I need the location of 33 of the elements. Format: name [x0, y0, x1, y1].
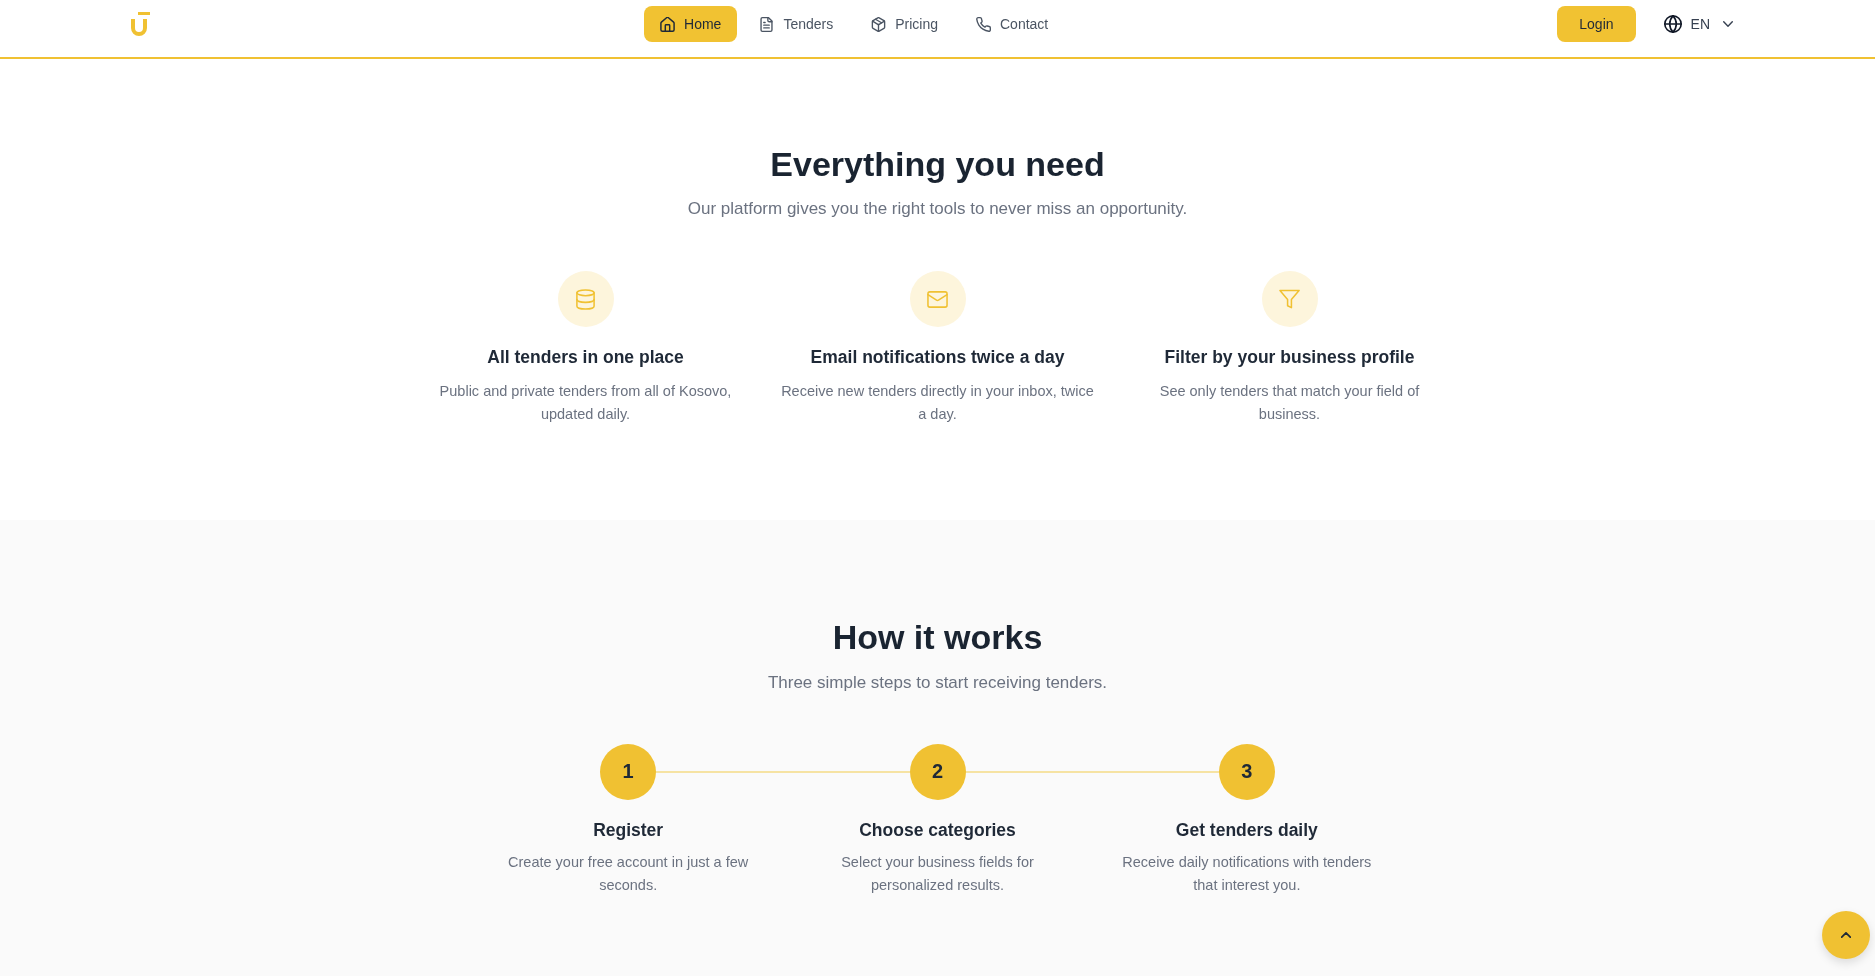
step-description: Receive daily notifications with tenders that interest you.: [1121, 853, 1373, 895]
globe-icon: [1663, 15, 1682, 33]
step-title: Register: [593, 818, 664, 842]
nav-item[interactable]: Home: [644, 6, 738, 42]
feature-title: Email notifications twice a day: [810, 346, 1065, 369]
nav-item[interactable]: Tenders: [743, 6, 850, 42]
language-selector[interactable]: EN: [1663, 6, 1733, 42]
step-description: Create your free account in just a few seconds.: [507, 853, 750, 895]
logo-icon[interactable]: [131, 12, 151, 36]
phone-icon: [976, 16, 991, 32]
section-subtitle: Our platform gives you the right tools to never miss an opportunity.: [686, 198, 1189, 220]
house-icon: [660, 16, 676, 32]
nav-item[interactable]: Pricing: [855, 6, 954, 42]
feature-description: Public and private tenders from all of Kosovo, updated daily.: [438, 381, 733, 424]
box-icon: [871, 16, 887, 32]
step-number: 2: [909, 743, 966, 800]
feature-title: Filter by your business profile: [1164, 346, 1415, 369]
feature-description: See only tenders that match your field of business.: [1158, 381, 1421, 424]
document-icon: [759, 16, 775, 32]
step-title: Get tenders daily: [1175, 818, 1318, 842]
feature-title: All tenders in one place: [487, 346, 684, 369]
chevron-up-icon: [1841, 932, 1851, 938]
feature-description: Receive new tenders directly in your inbox, twice a day.: [780, 381, 1095, 424]
step-number: 3: [1218, 743, 1275, 800]
step-description: Select your business fields for personalized results.: [840, 853, 1035, 895]
section-subtitle: Three simple steps to start receiving tenders.: [766, 671, 1109, 694]
nav-item[interactable]: Contact: [960, 6, 1065, 42]
chevron-down-icon: [1723, 21, 1733, 27]
login-button[interactable]: Login: [1557, 6, 1636, 42]
section-title: Everything you need: [769, 144, 1106, 185]
section-title: How it works: [831, 616, 1044, 658]
step-title: Choose categories: [859, 818, 1016, 842]
step-number: 1: [600, 743, 657, 800]
